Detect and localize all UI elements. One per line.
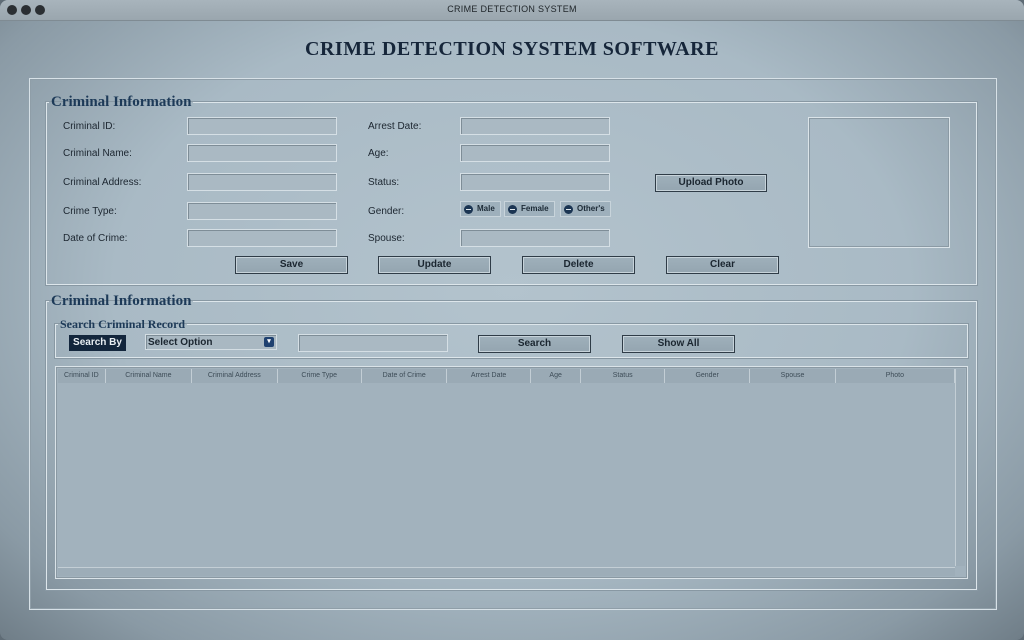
column-header-spouse[interactable]: Spouse [750, 369, 836, 383]
gender-female-label: Female [521, 204, 549, 213]
update-button[interactable]: Update [378, 256, 491, 274]
column-header-criminal-address[interactable]: Criminal Address [192, 369, 278, 383]
window-title: CRIME DETECTION SYSTEM [447, 4, 577, 14]
criminal-address-field[interactable] [187, 173, 337, 191]
chevron-down-icon: ▾ [264, 337, 274, 347]
search-button[interactable]: Search [478, 335, 591, 353]
arrest-date-label: Arrest Date: [368, 121, 422, 132]
search-by-label: Search By [69, 335, 126, 351]
radio-icon [464, 204, 473, 214]
criminal-records-legend: Criminal Information [51, 293, 192, 309]
search-by-select[interactable]: Select Option ▾ [145, 334, 277, 350]
delete-button[interactable]: Delete [522, 256, 635, 274]
spouse-field[interactable] [460, 229, 610, 247]
search-input[interactable] [298, 334, 448, 352]
clear-button[interactable]: Clear [666, 256, 779, 274]
show-all-button[interactable]: Show All [622, 335, 735, 353]
column-header-criminal-id[interactable]: Criminal ID [58, 369, 106, 383]
criminal-id-field[interactable] [187, 117, 337, 135]
app-heading: CRIME DETECTION SYSTEM SOFTWARE [305, 38, 719, 60]
records-table[interactable]: Criminal ID Criminal Name Criminal Addre… [55, 366, 968, 579]
gender-label: Gender: [368, 206, 405, 217]
gender-male-radio[interactable]: Male [460, 201, 501, 217]
table-body[interactable] [58, 384, 955, 566]
title-bar: CRIME DETECTION SYSTEM [0, 0, 1024, 21]
criminal-name-field[interactable] [187, 144, 337, 162]
column-header-criminal-name[interactable]: Criminal Name [106, 369, 193, 383]
column-header-date-of-crime[interactable]: Date of Crime [362, 369, 448, 383]
gender-other-radio[interactable]: Other's [560, 201, 611, 217]
column-header-arrest-date[interactable]: Arrest Date [447, 369, 531, 383]
status-field[interactable] [460, 173, 610, 191]
criminal-id-label: Criminal ID: [63, 121, 116, 132]
criminal-address-label: Criminal Address: [63, 177, 142, 188]
vertical-scrollbar[interactable] [955, 369, 965, 566]
age-field[interactable] [460, 144, 610, 162]
date-of-crime-label: Date of Crime: [63, 233, 128, 244]
criminal-name-label: Criminal Name: [63, 148, 132, 159]
spouse-label: Spouse: [368, 233, 405, 244]
column-header-gender[interactable]: Gender [665, 369, 751, 383]
arrest-date-field[interactable] [460, 117, 610, 135]
crime-type-label: Crime Type: [63, 206, 117, 217]
gender-male-label: Male [477, 204, 495, 213]
table-header: Criminal ID Criminal Name Criminal Addre… [58, 369, 955, 383]
column-header-crime-type[interactable]: Crime Type [278, 369, 362, 383]
search-record-legend: Search Criminal Record [60, 317, 186, 331]
app-window: CRIME DETECTION SYSTEM CRIME DETECTION S… [0, 0, 1024, 640]
radio-icon [508, 204, 517, 214]
search-by-select-value: Select Option [148, 337, 213, 348]
age-label: Age: [368, 148, 389, 159]
horizontal-scrollbar[interactable] [58, 567, 955, 576]
column-header-age[interactable]: Age [531, 369, 582, 383]
status-label: Status: [368, 177, 400, 188]
photo-preview [808, 117, 950, 248]
criminal-info-legend: Criminal Information [51, 94, 192, 110]
date-of-crime-field[interactable] [187, 229, 337, 247]
radio-icon [564, 204, 573, 214]
crime-type-field[interactable] [187, 202, 337, 220]
gender-female-radio[interactable]: Female [504, 201, 555, 217]
column-header-photo[interactable]: Photo [836, 369, 955, 383]
upload-photo-button[interactable]: Upload Photo [655, 174, 767, 192]
save-button[interactable]: Save [235, 256, 348, 274]
gender-other-label: Other's [577, 204, 605, 213]
column-header-status[interactable]: Status [581, 369, 665, 383]
